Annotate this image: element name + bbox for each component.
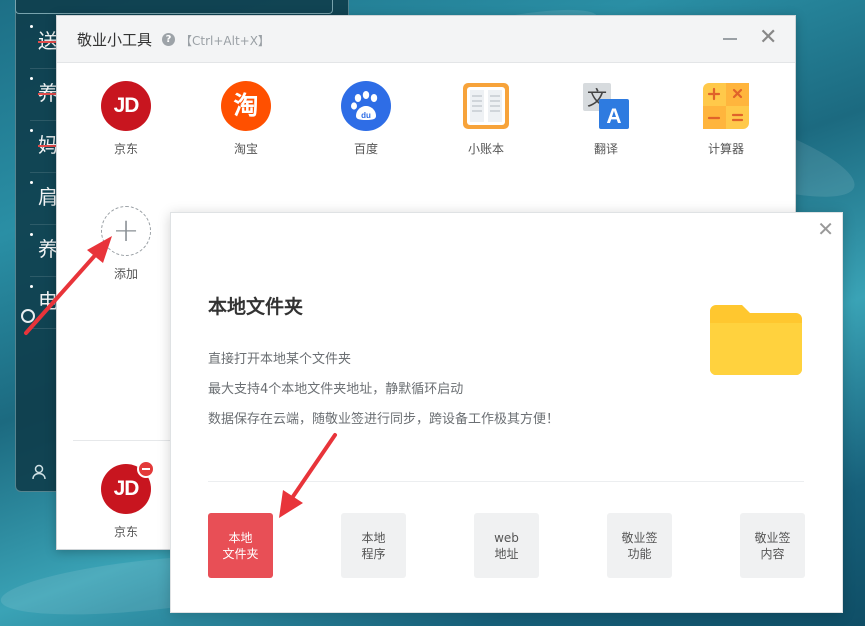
option-web-address-button[interactable]: web 地址 xyxy=(474,513,539,578)
tool-label: 翻译 xyxy=(593,142,618,156)
calculator-icon xyxy=(701,81,751,131)
tool-label: 计算器 xyxy=(707,142,744,156)
note-text: 妈 xyxy=(38,133,58,157)
option-line: 敬业签 xyxy=(621,530,658,545)
tool-translate[interactable]: 文 A 翻译 xyxy=(561,81,651,157)
option-line: 内容 xyxy=(760,546,785,561)
translate-icon: 文 A xyxy=(581,81,631,131)
tool-label: 京东 xyxy=(113,525,138,539)
card-description: 数据保存在云端，随敬业签进行同步，跨设备工作极其方便！ xyxy=(208,412,560,427)
option-line: web xyxy=(494,530,519,545)
tool-label: 小账本 xyxy=(467,142,504,156)
plus-icon: + xyxy=(101,206,151,256)
clock-icon xyxy=(21,309,35,323)
bullet-icon xyxy=(30,285,33,288)
bullet-icon xyxy=(30,25,33,28)
remove-badge-icon[interactable] xyxy=(137,460,155,478)
card-description: 最大支持4个本地文件夹地址，静默循环启动 xyxy=(208,382,464,397)
tool-calculator[interactable]: 计算器 xyxy=(681,81,771,157)
background-input-box xyxy=(15,0,333,14)
add-label: 添加 xyxy=(113,267,138,281)
tool-ledger[interactable]: 小账本 xyxy=(441,81,531,157)
option-line: 文件夹 xyxy=(222,546,259,561)
bullet-icon xyxy=(30,129,33,132)
note-text: 送 xyxy=(38,29,58,53)
tool-taobao[interactable]: 淘 淘宝 xyxy=(201,81,291,157)
taobao-logo-icon: 淘 xyxy=(221,81,271,131)
minimize-button[interactable] xyxy=(723,38,737,40)
svg-text:du: du xyxy=(361,111,371,120)
help-icon[interactable]: ? xyxy=(162,33,175,46)
bullet-icon xyxy=(30,233,33,236)
jd-logo-icon: JD xyxy=(101,81,151,131)
tool-label: 京东 xyxy=(113,142,138,156)
jd-logo-text: JD xyxy=(113,477,140,500)
tool-jd[interactable]: JD 京东 xyxy=(81,81,171,157)
option-app-content-button[interactable]: 敬业签 内容 xyxy=(740,513,805,578)
option-local-folder-button[interactable]: 本地 文件夹 xyxy=(208,513,273,578)
tool-label: 百度 xyxy=(353,142,378,156)
option-line: 本地 xyxy=(361,530,386,545)
baidu-logo-icon: du xyxy=(341,81,391,131)
card-heading: 本地文件夹 xyxy=(208,296,304,318)
shortcut-hint: 【Ctrl+Alt+X】 xyxy=(180,34,270,48)
option-line: 功能 xyxy=(627,546,652,561)
title-bar[interactable]: 敬业小工具 ? 【Ctrl+Alt+X】 ✕ xyxy=(57,16,795,63)
add-tool-button[interactable]: + 添加 xyxy=(81,206,171,282)
tool-label: 淘宝 xyxy=(233,142,258,156)
close-button[interactable]: ✕ xyxy=(759,27,777,49)
note-text: 肩 xyxy=(38,185,58,209)
option-line: 本地 xyxy=(228,530,253,545)
note-text: 养 xyxy=(38,237,58,261)
jd-logo-icon: JD xyxy=(101,460,155,514)
option-line: 程序 xyxy=(361,546,386,561)
svg-text:A: A xyxy=(606,105,621,128)
user-group-icon[interactable] xyxy=(31,463,49,481)
option-local-program-button[interactable]: 本地 程序 xyxy=(341,513,406,578)
bullet-icon xyxy=(30,181,33,184)
divider xyxy=(208,481,804,482)
close-icon[interactable]: ✕ xyxy=(817,219,834,239)
option-line: 敬业签 xyxy=(754,530,791,545)
tool-baidu[interactable]: du 百度 xyxy=(321,81,411,157)
folder-icon xyxy=(710,305,802,375)
bullet-icon xyxy=(30,77,33,80)
card-description: 直接打开本地某个文件夹 xyxy=(208,352,352,367)
option-app-feature-button[interactable]: 敬业签 功能 xyxy=(607,513,672,578)
window-title: 敬业小工具 xyxy=(77,31,153,49)
option-line: 地址 xyxy=(494,546,519,561)
note-text: 养 xyxy=(38,81,58,105)
dock-item-jd[interactable]: JD 京东 xyxy=(81,460,171,540)
info-card: ✕ 本地文件夹 直接打开本地某个文件夹 最大支持4个本地文件夹地址，静默循环启动… xyxy=(170,212,843,613)
note-text: 电 xyxy=(38,289,58,313)
ledger-book-icon xyxy=(461,81,511,131)
